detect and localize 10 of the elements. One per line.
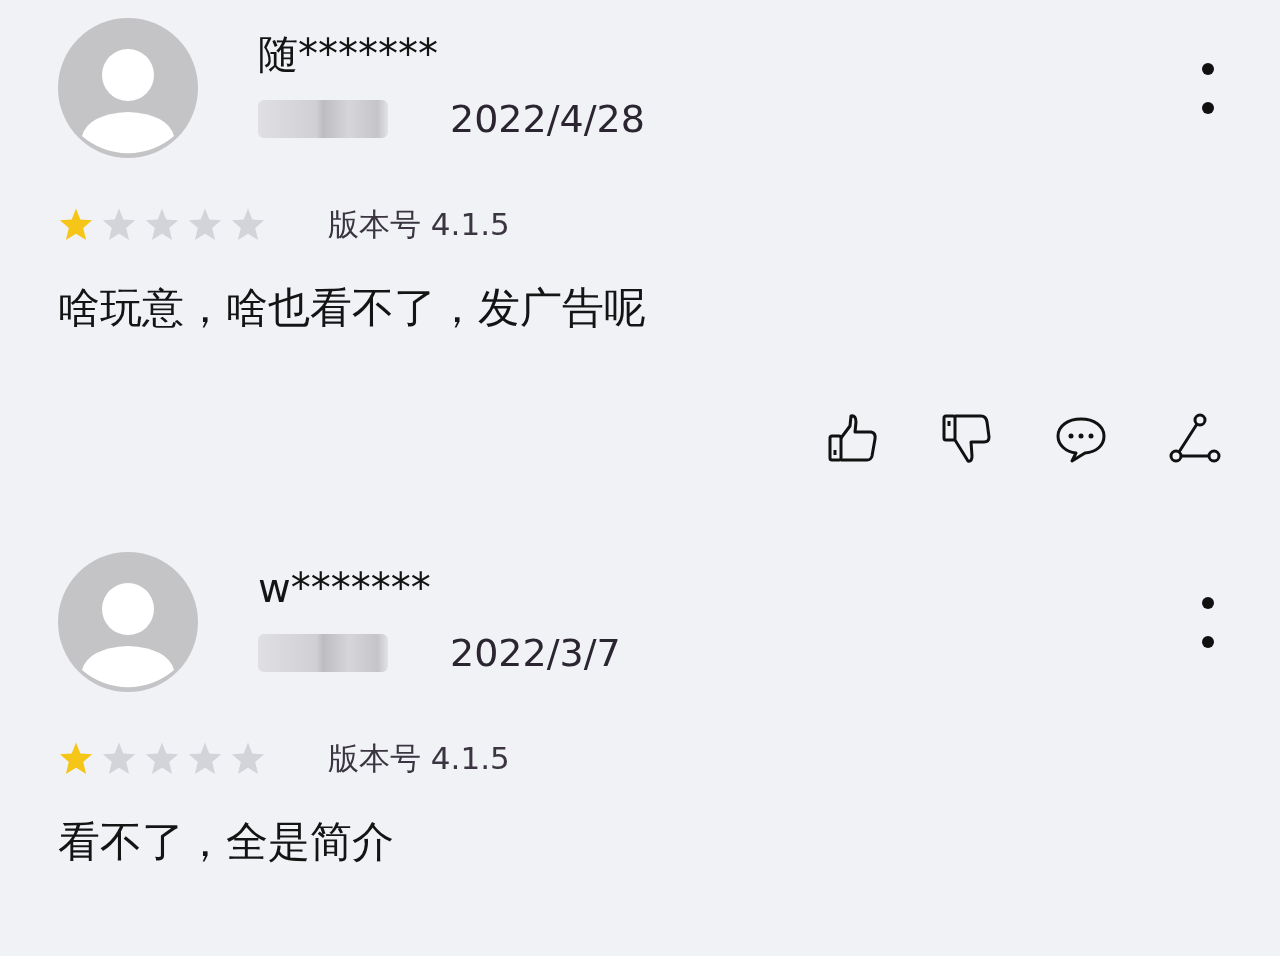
- review-text: 看不了，全是简介: [58, 816, 395, 868]
- avatar-icon: [58, 18, 198, 158]
- review-date: 2022/4/28: [450, 97, 645, 141]
- review-date: 2022/3/7: [450, 631, 621, 675]
- username: w*******: [258, 564, 432, 612]
- username: 随*******: [258, 30, 439, 78]
- avatar-icon: [58, 552, 198, 692]
- review-text: 啥玩意，啥也看不了，发广告呢: [58, 282, 647, 334]
- version-number: 版本号 4.1.5: [328, 205, 510, 244]
- version-number: 版本号 4.1.5: [328, 739, 510, 778]
